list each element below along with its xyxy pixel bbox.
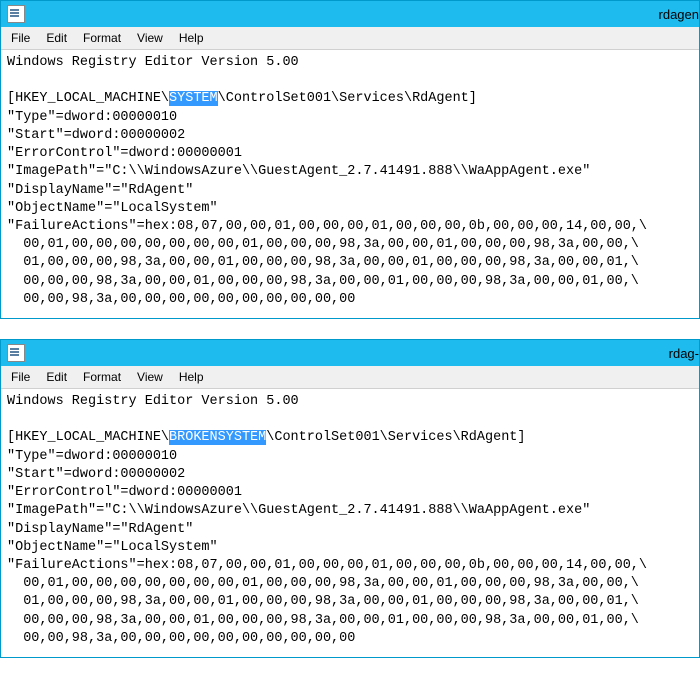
notepad-window-1: rdagen File Edit Format View Help Window… bbox=[0, 0, 700, 319]
reg-value-line: "DisplayName"="RdAgent" bbox=[7, 522, 193, 537]
menu-file[interactable]: File bbox=[3, 368, 38, 386]
reg-header: Windows Registry Editor Version 5.00 bbox=[7, 55, 299, 70]
reg-value-line: "FailureActions"=hex:08,07,00,00,01,00,0… bbox=[7, 219, 647, 234]
reg-value-line: "Start"=dword:00000002 bbox=[7, 467, 185, 482]
window-title: rdagen bbox=[659, 7, 699, 22]
titlebar[interactable]: rdagen bbox=[1, 1, 699, 27]
menu-file[interactable]: File bbox=[3, 29, 38, 47]
reg-value-line: 00,00,98,3a,00,00,00,00,00,00,00,00,00,0… bbox=[7, 631, 355, 646]
reg-key-line: [HKEY_LOCAL_MACHINE\SYSTEM\ControlSet001… bbox=[7, 91, 477, 106]
menubar: File Edit Format View Help bbox=[1, 366, 699, 389]
titlebar[interactable]: rdag- bbox=[1, 340, 699, 366]
reg-value-line: 00,00,00,98,3a,00,00,01,00,00,00,98,3a,0… bbox=[7, 613, 639, 628]
window-title: rdag- bbox=[669, 346, 699, 361]
reg-key-line: [HKEY_LOCAL_MACHINE\BROKENSYSTEM\Control… bbox=[7, 430, 526, 445]
text-area[interactable]: Windows Registry Editor Version 5.00 [HK… bbox=[1, 389, 699, 657]
reg-header: Windows Registry Editor Version 5.00 bbox=[7, 394, 299, 409]
reg-value-line: "DisplayName"="RdAgent" bbox=[7, 183, 193, 198]
reg-value-line: "ErrorControl"=dword:00000001 bbox=[7, 485, 242, 500]
reg-value-line: "ObjectName"="LocalSystem" bbox=[7, 540, 218, 555]
reg-value-line: 01,00,00,00,98,3a,00,00,01,00,00,00,98,3… bbox=[7, 594, 639, 609]
selected-text: BROKENSYSTEM bbox=[169, 430, 266, 445]
menu-help[interactable]: Help bbox=[171, 29, 212, 47]
reg-value-line: "ImagePath"="C:\\WindowsAzure\\GuestAgen… bbox=[7, 503, 590, 518]
menu-edit[interactable]: Edit bbox=[38, 29, 75, 47]
menu-edit[interactable]: Edit bbox=[38, 368, 75, 386]
reg-value-line: "Start"=dword:00000002 bbox=[7, 128, 185, 143]
text-area[interactable]: Windows Registry Editor Version 5.00 [HK… bbox=[1, 50, 699, 318]
menu-format[interactable]: Format bbox=[75, 368, 129, 386]
reg-value-line: 00,01,00,00,00,00,00,00,00,01,00,00,00,9… bbox=[7, 237, 639, 252]
selected-text: SYSTEM bbox=[169, 91, 218, 106]
menu-help[interactable]: Help bbox=[171, 368, 212, 386]
reg-value-line: 00,01,00,00,00,00,00,00,00,01,00,00,00,9… bbox=[7, 576, 639, 591]
reg-value-line: "ErrorControl"=dword:00000001 bbox=[7, 146, 242, 161]
reg-value-line: "Type"=dword:00000010 bbox=[7, 449, 177, 464]
reg-value-line: "ImagePath"="C:\\WindowsAzure\\GuestAgen… bbox=[7, 164, 590, 179]
menu-view[interactable]: View bbox=[129, 368, 171, 386]
notepad-icon bbox=[7, 344, 25, 362]
menubar: File Edit Format View Help bbox=[1, 27, 699, 50]
notepad-icon bbox=[7, 5, 25, 23]
reg-value-line: "Type"=dword:00000010 bbox=[7, 110, 177, 125]
reg-value-line: 00,00,98,3a,00,00,00,00,00,00,00,00,00,0… bbox=[7, 292, 355, 307]
reg-value-line: "ObjectName"="LocalSystem" bbox=[7, 201, 218, 216]
reg-value-line: 00,00,00,98,3a,00,00,01,00,00,00,98,3a,0… bbox=[7, 274, 639, 289]
reg-value-line: "FailureActions"=hex:08,07,00,00,01,00,0… bbox=[7, 558, 647, 573]
menu-view[interactable]: View bbox=[129, 29, 171, 47]
reg-value-line: 01,00,00,00,98,3a,00,00,01,00,00,00,98,3… bbox=[7, 255, 639, 270]
notepad-window-2: rdag- File Edit Format View Help Windows… bbox=[0, 339, 700, 658]
menu-format[interactable]: Format bbox=[75, 29, 129, 47]
